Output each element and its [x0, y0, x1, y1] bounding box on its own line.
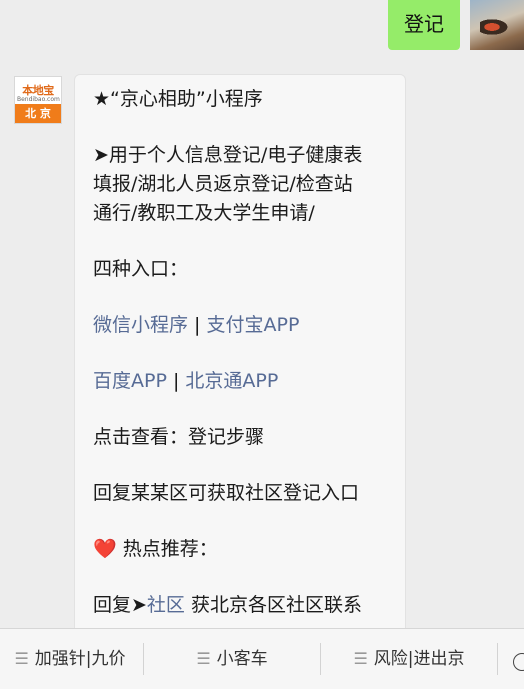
- menu-lines-icon: ☰: [14, 649, 29, 668]
- official-account-avatar[interactable]: 本地宝 Bendibao.com 北 京: [14, 76, 62, 124]
- avatar-photo-figure: [480, 18, 510, 36]
- menu-item-label: 加强针|九价: [34, 649, 126, 669]
- menu-item-label: 风险|进出京: [373, 649, 465, 669]
- message-desc-line-2: 填报/湖北人员返京登记/检查站: [93, 173, 353, 195]
- entry-row-1: 微信小程序 | 支付宝APP: [93, 311, 391, 340]
- avatar-city-label: 北 京: [15, 104, 61, 123]
- menu-item-booster-hpv[interactable]: ☰ 加强针|九价: [0, 629, 140, 689]
- entry-separator: |: [166, 370, 186, 392]
- hot-recommend-heading: ❤️ 热点推荐：: [93, 535, 391, 564]
- menu-divider: [497, 643, 498, 675]
- entry-separator: |: [188, 314, 207, 336]
- chat-area: 登记 本地宝 Bendibao.com 北 京 ★“京心相助”小程序 ➤用于个人…: [0, 0, 524, 628]
- reply-district-text: 回复某某区可获取社区登记入口: [93, 482, 360, 504]
- user-avatar[interactable]: [470, 0, 524, 50]
- reply-community-line: 回复➤社区 获北京各区社区联系: [93, 591, 391, 620]
- entry-label: 四种入口：: [93, 258, 189, 280]
- outgoing-message-bubble: 登记: [388, 0, 460, 50]
- reply-prefix: 回复➤: [93, 594, 147, 616]
- baidu-app-link[interactable]: 百度APP: [93, 370, 167, 392]
- bottom-menu-bar: ☰ 加强针|九价 ☰ 小客车 ☰ 风险|进出京: [0, 628, 524, 689]
- community-link[interactable]: 社区: [147, 594, 185, 616]
- entry-row-2: 百度APP | 北京通APP: [93, 367, 391, 396]
- message-desc-line-1: ➤用于个人信息登记/电子健康表: [93, 144, 363, 166]
- menu-lines-icon: ☰: [196, 649, 211, 668]
- keyboard-toggle-icon[interactable]: [513, 653, 524, 671]
- menu-item-car-quota[interactable]: ☰ 小客车: [144, 629, 320, 689]
- reply-suffix: 获北京各区社区联系: [184, 594, 362, 616]
- wechat-miniprogram-link[interactable]: 微信小程序: [93, 314, 188, 336]
- beijingtong-app-link[interactable]: 北京通APP: [185, 370, 278, 392]
- message-desc-line-3: 通行/教职工及大学生申请/: [93, 202, 315, 224]
- heart-icon: ❤️: [93, 538, 117, 560]
- view-steps-text[interactable]: 点击查看：登记步骤: [93, 423, 391, 452]
- alipay-app-link[interactable]: 支付宝APP: [207, 314, 300, 336]
- menu-item-risk-travel[interactable]: ☰ 风险|进出京: [321, 629, 497, 689]
- avatar-domain-text: Bendibao.com: [17, 96, 60, 103]
- menu-lines-icon: ☰: [353, 649, 368, 668]
- incoming-message-bubble: ★“京心相助”小程序 ➤用于个人信息登记/电子健康表 填报/湖北人员返京登记/检…: [74, 74, 406, 628]
- message-title: ★“京心相助”小程序: [93, 88, 263, 110]
- menu-item-label: 小客车: [216, 649, 268, 669]
- hot-recommend-label: 热点推荐：: [116, 538, 218, 560]
